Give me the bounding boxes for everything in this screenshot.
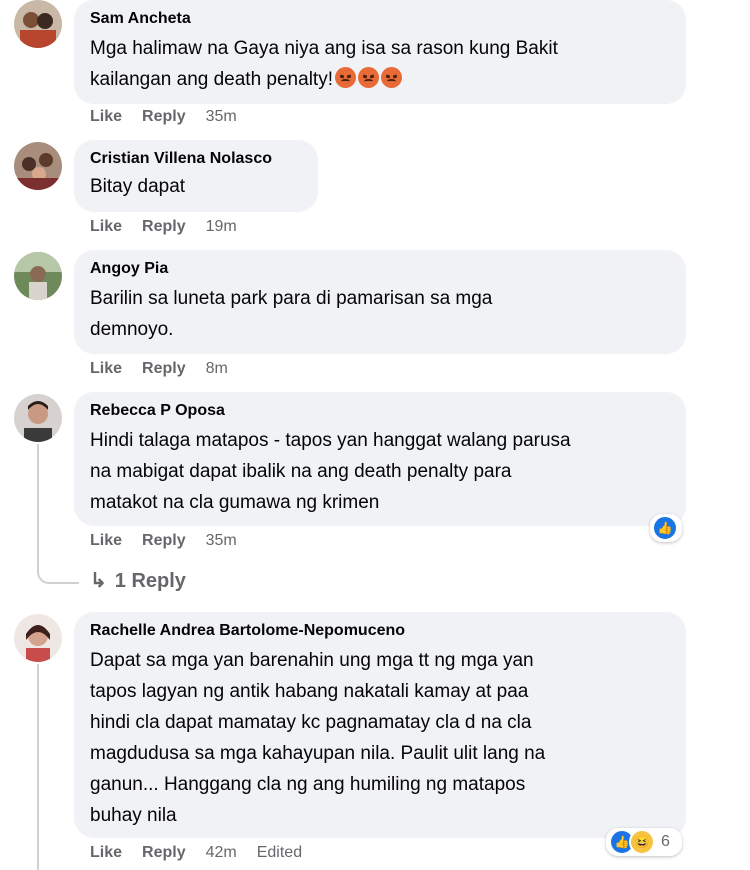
comment-actions: Like Reply 42m Edited	[90, 844, 322, 862]
like-button[interactable]: Like	[90, 844, 122, 862]
avatar[interactable]	[14, 614, 62, 662]
timestamp[interactable]: 8m	[206, 360, 228, 378]
comment-bubble: Rachelle Andrea Bartolome-Nepomuceno Dap…	[74, 612, 686, 838]
comment-text: Mga halimaw na Gaya niya ang isa sa raso…	[90, 38, 558, 90]
comment-bubble: Sam Ancheta Mga halimaw na Gaya niya ang…	[74, 0, 686, 104]
reply-button[interactable]: Reply	[142, 844, 186, 862]
reaction-summary[interactable]: 👍	[650, 514, 682, 542]
like-button[interactable]: Like	[90, 532, 122, 550]
comment-author[interactable]: Angoy Pia	[90, 259, 670, 279]
haha-reaction-icon: 😆	[629, 829, 655, 855]
comment-text: Barilin sa luneta park para di pamarisan…	[90, 288, 493, 340]
reply-button[interactable]: Reply	[142, 360, 186, 378]
timestamp[interactable]: 35m	[206, 532, 237, 550]
like-button[interactable]: Like	[90, 218, 122, 236]
comment-actions: Like Reply 35m	[90, 108, 257, 126]
comment-text: Hindi talaga matapos - tapos yan hanggat…	[90, 430, 571, 513]
comment-bubble: Angoy Pia Barilin sa luneta park para di…	[74, 250, 686, 354]
comment-author[interactable]: Sam Ancheta	[90, 9, 670, 29]
comment-actions: Like Reply 35m	[90, 532, 257, 550]
thread-line	[37, 664, 39, 870]
avatar[interactable]	[14, 0, 62, 48]
avatar[interactable]	[14, 252, 62, 300]
edited-label: Edited	[256, 844, 303, 861]
like-button[interactable]: Like	[90, 108, 122, 126]
thread-line-curve	[37, 570, 79, 584]
reply-arrow-icon: ↳	[90, 570, 107, 592]
comment-author[interactable]: Rachelle Andrea Bartolome-Nepomuceno	[90, 621, 670, 641]
angry-face-icon	[357, 67, 379, 88]
like-button[interactable]: Like	[90, 360, 122, 378]
reaction-summary[interactable]: 👍 😆 6	[606, 828, 682, 856]
avatar[interactable]	[14, 394, 62, 442]
comment-bubble: Cristian Villena Nolasco Bitay dapat	[74, 140, 318, 212]
view-replies-link[interactable]: ↳ 1 Reply	[90, 568, 186, 593]
comment-actions: Like Reply 8m	[90, 360, 248, 378]
reply-button[interactable]: Reply	[142, 532, 186, 550]
comment-author[interactable]: Cristian Villena Nolasco	[90, 149, 302, 169]
thread-line	[37, 444, 39, 572]
comment-text: Dapat sa mga yan barenahin ung mga tt ng…	[90, 650, 546, 826]
reply-button[interactable]: Reply	[142, 108, 186, 126]
avatar[interactable]	[14, 142, 62, 190]
reaction-count: 6	[661, 833, 670, 850]
angry-face-icon	[380, 67, 402, 88]
timestamp[interactable]: 35m	[206, 108, 237, 126]
like-reaction-icon: 👍	[652, 515, 678, 541]
comment-author[interactable]: Rebecca P Oposa	[90, 401, 670, 421]
comment-actions: Like Reply 19m	[90, 218, 257, 236]
reply-button[interactable]: Reply	[142, 218, 186, 236]
comment-text: Bitay dapat	[90, 176, 186, 197]
comment-bubble: Rebecca P Oposa Hindi talaga matapos - t…	[74, 392, 686, 526]
timestamp[interactable]: 19m	[206, 218, 237, 236]
angry-face-icon	[334, 67, 356, 88]
timestamp[interactable]: 42m	[206, 844, 237, 862]
